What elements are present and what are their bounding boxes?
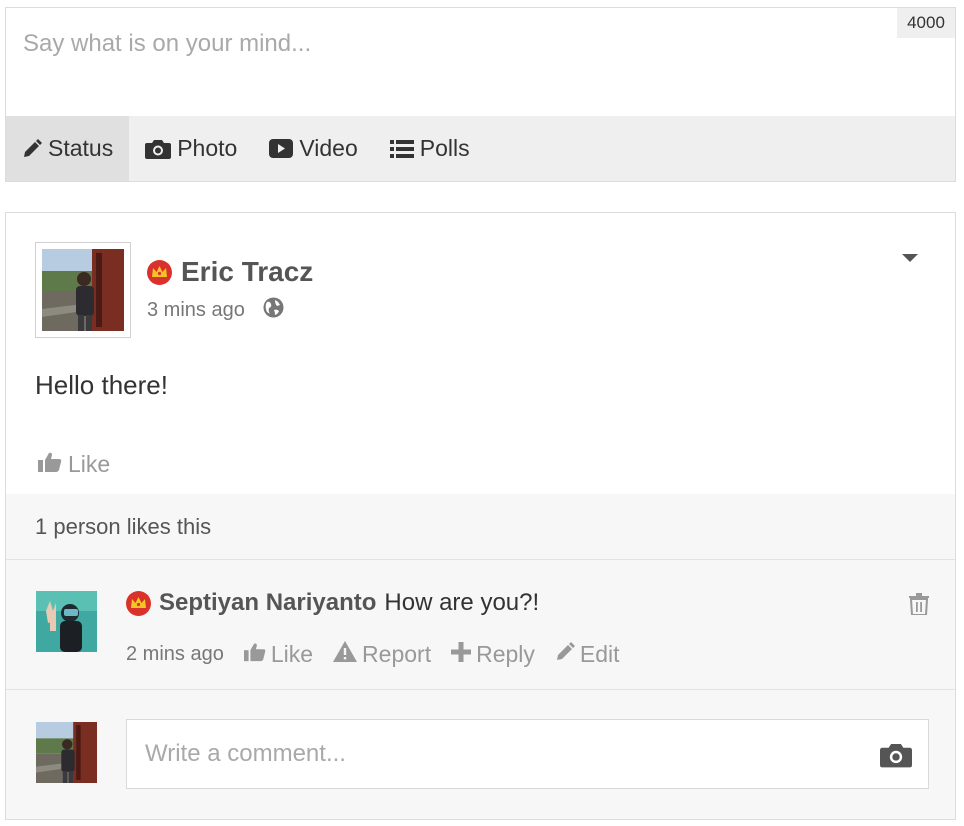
camera-icon[interactable] — [880, 741, 912, 768]
video-icon — [269, 139, 294, 158]
post-author-line: Eric Tracz — [147, 256, 313, 288]
thumbs-up-icon — [243, 641, 266, 668]
comment-reply-label: Reply — [476, 641, 535, 667]
current-user-avatar[interactable] — [36, 722, 97, 783]
comment-like-label: Like — [270, 641, 314, 667]
post-like-button[interactable]: Like — [38, 451, 110, 478]
thumbs-up-icon — [38, 451, 62, 478]
tab-photo-label: Photo — [177, 135, 238, 161]
commenter-name[interactable]: Septiyan Nariyanto — [159, 589, 376, 617]
char-counter: 4000 — [897, 8, 955, 38]
comment-input[interactable] — [127, 720, 928, 788]
post-timestamp[interactable]: 3 mins ago — [147, 299, 245, 322]
status-input[interactable] — [6, 8, 955, 118]
camera-icon — [145, 138, 172, 159]
tab-video[interactable]: Video — [253, 116, 373, 181]
plus-icon — [451, 641, 472, 668]
comment-text: How are you?! — [384, 589, 540, 616]
post-options-caret-icon[interactable] — [899, 251, 921, 265]
comment-report-label: Report — [362, 641, 432, 667]
comment-actions: 2 mins ago Like Report Reply Edit — [126, 641, 620, 668]
pencil-icon — [22, 138, 42, 159]
globe-icon[interactable] — [263, 297, 284, 324]
comment-reply-button[interactable]: Reply — [451, 641, 535, 668]
comment-item: Septiyan Nariyanto How are you?! 2 mins … — [6, 560, 955, 690]
trash-icon[interactable] — [909, 593, 929, 616]
tab-status[interactable]: Status — [6, 116, 130, 181]
comment-input-wrapper — [126, 719, 929, 789]
commenter-avatar[interactable] — [36, 591, 97, 652]
comment-report-button[interactable]: Report — [333, 641, 431, 668]
tab-photo[interactable]: Photo — [129, 116, 253, 181]
list-icon — [389, 139, 414, 159]
likes-summary[interactable]: 1 person likes this — [6, 494, 955, 560]
post-body-text: Hello there! — [35, 370, 168, 400]
comment-edit-button[interactable]: Edit — [555, 641, 620, 668]
comment-like-button[interactable]: Like — [243, 641, 314, 668]
tab-polls-label: Polls — [419, 135, 470, 161]
comment-line: Septiyan Nariyanto How are you?! — [126, 589, 539, 617]
crown-badge-icon — [147, 259, 172, 285]
warning-icon — [333, 641, 358, 668]
comment-timestamp[interactable]: 2 mins ago — [126, 643, 224, 666]
comment-edit-label: Edit — [579, 641, 620, 667]
tab-video-label: Video — [299, 135, 358, 161]
post-card: Eric Tracz 3 mins ago Hello there! Like … — [5, 212, 956, 820]
composer-tabs: Status Photo Video Polls — [6, 116, 955, 181]
post-author-name[interactable]: Eric Tracz — [181, 256, 313, 288]
post-like-label: Like — [68, 451, 111, 477]
tab-status-label: Status — [48, 135, 114, 161]
author-photo — [42, 249, 124, 331]
post-meta: 3 mins ago — [147, 297, 284, 324]
crown-badge-icon — [126, 590, 151, 616]
pencil-icon — [555, 641, 575, 668]
likes-summary-text: 1 person likes this — [35, 513, 212, 539]
reply-box — [6, 690, 955, 819]
status-composer: 4000 Status Photo Video Polls — [5, 7, 956, 182]
tab-polls[interactable]: Polls — [374, 116, 486, 181]
author-avatar[interactable] — [35, 242, 131, 338]
